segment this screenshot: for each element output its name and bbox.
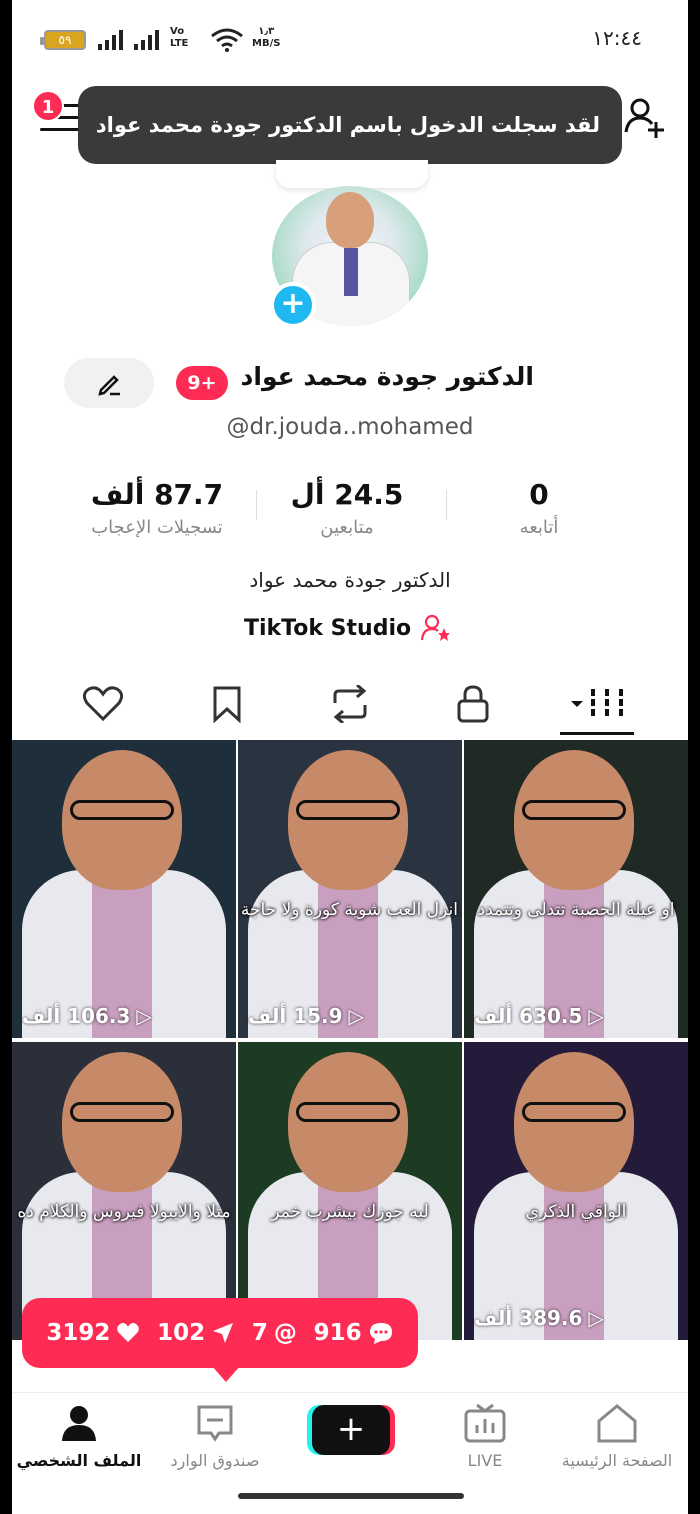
- view-count: ▷ 106.3 ألف: [22, 1004, 152, 1028]
- clock: ١٢:٤٤: [592, 26, 642, 50]
- profile-icon: [62, 1406, 96, 1441]
- add-story-button[interactable]: +: [270, 282, 316, 328]
- create-button[interactable]: +: [312, 1405, 390, 1455]
- tab-liked[interactable]: [68, 676, 138, 732]
- content-tabs: [12, 676, 688, 736]
- signal-icon: [98, 30, 123, 50]
- video-caption: ليه جوزك بيشرب خمر: [271, 1202, 429, 1222]
- note-bubble[interactable]: [276, 160, 428, 188]
- at-icon: @: [273, 1320, 297, 1346]
- battery-indicator: ٥٩: [40, 30, 86, 50]
- tab-favorites[interactable]: [192, 676, 262, 732]
- nav-profile[interactable]: الملف الشخصي: [14, 1403, 144, 1470]
- video-caption: مثلا والايبولا فيروس والكلام ده: [17, 1202, 231, 1222]
- notification-badge[interactable]: 9+: [176, 366, 228, 400]
- username: @dr.jouda..mohamed: [226, 414, 474, 440]
- tab-videos[interactable]: [562, 676, 632, 732]
- video-tile[interactable]: ▷ 106.3 ألف: [12, 740, 236, 1038]
- bookmark-icon: [213, 686, 241, 723]
- video-tile[interactable]: انزل العب شوية كورة ولا حاجة ▷ 15.9 ألف: [238, 740, 462, 1038]
- repost-icon: [333, 685, 367, 723]
- grid-icon: [571, 689, 623, 719]
- network-speed: ١٫٣ MB/S: [252, 26, 281, 49]
- bio: الدكتور جودة محمد عواد: [249, 568, 451, 592]
- stat-following[interactable]: 0 أتابعه: [444, 478, 634, 538]
- video-tile[interactable]: ليه جوزك بيشرب خمر▷: [238, 1042, 462, 1340]
- video-tile[interactable]: مثلا والايبولا فيروس والكلام ده▷: [12, 1042, 236, 1340]
- video-caption: او عيلة الحصبة تتدلى وتتمدد: [477, 900, 675, 920]
- play-icon: ▷: [136, 1004, 152, 1028]
- stat-followers[interactable]: 24.5 أل متابعين: [252, 478, 442, 538]
- mentions-count: 7 @: [251, 1320, 297, 1346]
- active-tab-indicator: [560, 732, 634, 735]
- lock-icon: [457, 685, 489, 723]
- heart-icon: [82, 686, 124, 722]
- play-icon: ▷: [588, 1004, 604, 1028]
- creator-star-icon: [421, 614, 451, 641]
- signal-icon-2: [134, 30, 159, 50]
- add-user-icon[interactable]: [622, 96, 666, 140]
- nav-inbox[interactable]: صندوق الوارد: [150, 1403, 280, 1470]
- stat-likes[interactable]: 87.7 ألف تسجيلات الإعجاب: [62, 478, 252, 538]
- live-tv-icon: [464, 1403, 506, 1443]
- view-count: ▷ 630.5 ألف: [474, 1004, 604, 1028]
- video-caption: انزل العب شوية كورة ولا حاجة: [240, 900, 458, 920]
- home-icon: [597, 1404, 637, 1443]
- tiktok-studio-link[interactable]: TikTok Studio: [244, 614, 451, 642]
- shares-count: 102: [157, 1320, 235, 1346]
- heart-icon: [117, 1323, 140, 1342]
- profile-screen: ٥٩ Vo LTE ١٫٣ MB/S ١٢:٤٤ 1 لقد سجلت الدخول…: [12, 0, 688, 1514]
- view-count: ▷ 15.9 ألف: [248, 1004, 364, 1028]
- view-count: ▷ 389.6 ألف: [474, 1306, 604, 1330]
- pencil-icon: [98, 375, 120, 396]
- play-icon: ▷: [588, 1306, 604, 1330]
- home-indicator: [238, 1493, 464, 1499]
- tab-reposts[interactable]: [315, 676, 385, 732]
- likes-count: 3192: [46, 1320, 140, 1346]
- play-icon: ▷: [348, 1004, 364, 1028]
- wifi-icon: [211, 28, 243, 52]
- login-toast: لقد سجلت الدخول باسم الدكتور جودة محمد ع…: [78, 86, 622, 164]
- edit-profile-button[interactable]: [64, 358, 154, 408]
- video-caption: الواقي الذكري: [525, 1202, 627, 1222]
- tab-private[interactable]: [438, 676, 508, 732]
- video-tile[interactable]: او عيلة الحصبة تتدلى وتتمدد ▷ 630.5 ألف: [464, 740, 688, 1038]
- comment-icon: [369, 1323, 392, 1344]
- nav-home[interactable]: الصفحة الرئيسية: [552, 1403, 682, 1470]
- nav-live[interactable]: LIVE: [420, 1403, 550, 1470]
- network-type: Vo LTE: [170, 26, 189, 49]
- comments-count: 916: [314, 1320, 394, 1346]
- display-name: الدكتور جودة محمد عواد: [240, 362, 534, 391]
- inbox-icon: [197, 1405, 233, 1442]
- status-bar: ٥٩ Vo LTE ١٫٣ MB/S ١٢:٤٤: [12, 0, 688, 80]
- notification-count-badge: 1: [32, 90, 64, 122]
- send-icon: [213, 1323, 234, 1343]
- activity-summary[interactable]: 3192 102 7 @ 916: [22, 1298, 418, 1382]
- video-tile[interactable]: الواقي الذكري ▷ 389.6 ألف: [464, 1042, 688, 1340]
